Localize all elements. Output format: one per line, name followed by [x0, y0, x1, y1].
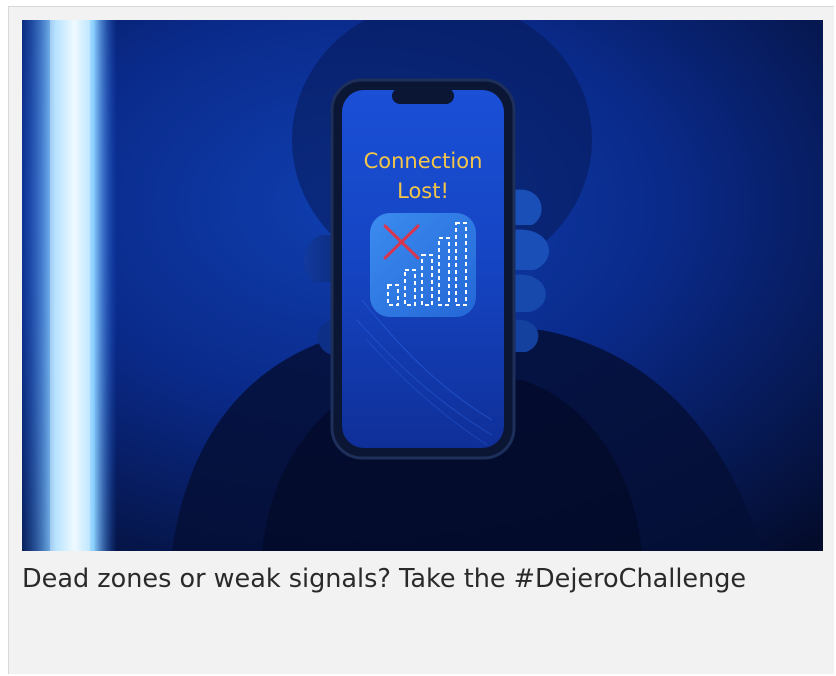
post-caption: Dead zones or weak signals? Take the #De…	[22, 564, 747, 594]
post-image[interactable]: Connection Lost!	[22, 20, 823, 551]
no-signal-icon	[370, 213, 476, 317]
screen-headline-line1: Connection	[364, 149, 483, 173]
screen-headline-line2: Lost!	[397, 179, 449, 203]
phone-photo: Connection Lost!	[22, 20, 823, 551]
post-card: Connection Lost! Dead zones or weak sign…	[8, 6, 834, 674]
